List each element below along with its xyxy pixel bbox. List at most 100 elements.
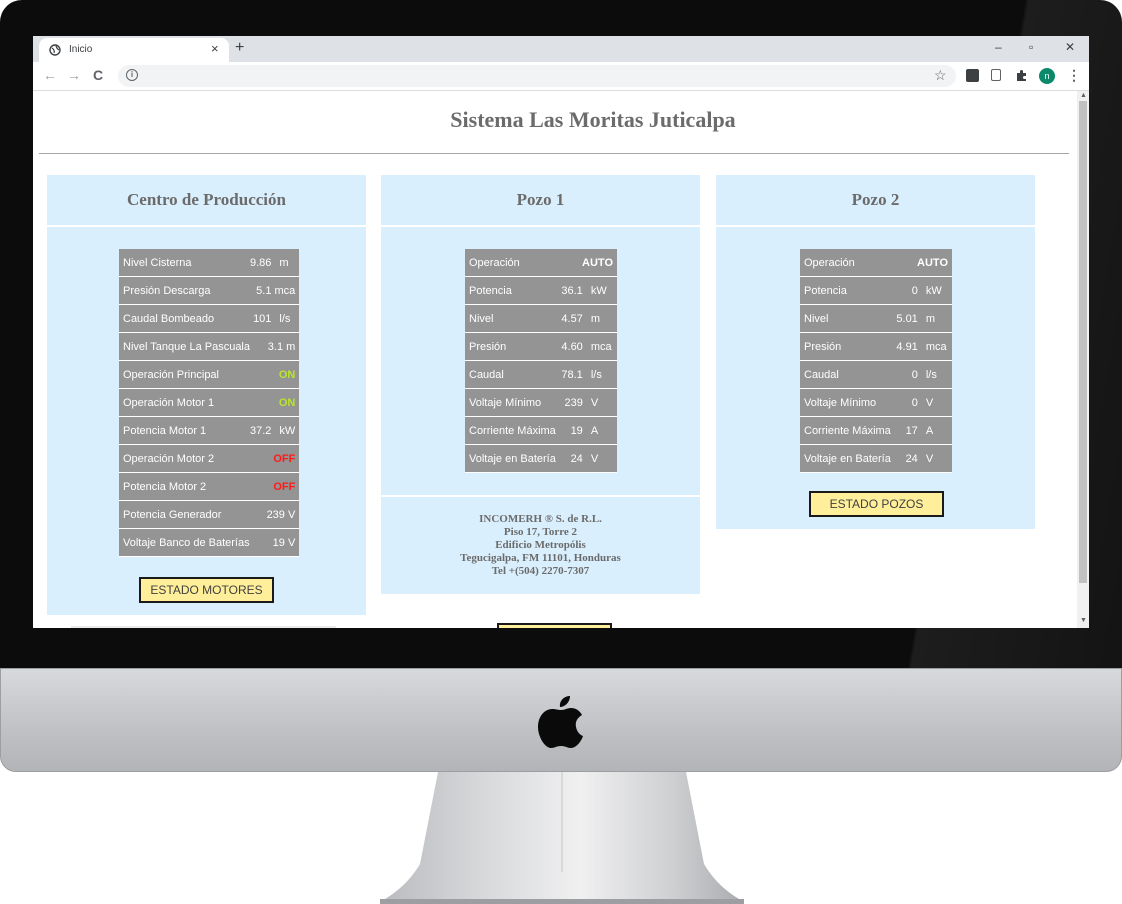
row-label: Corriente Máxima — [465, 416, 561, 445]
row-value: ON — [250, 388, 300, 417]
globe-icon — [49, 44, 61, 56]
row-unit: V — [921, 388, 952, 417]
row-label: Caudal — [800, 360, 896, 389]
document-extension-icon[interactable] — [991, 69, 1001, 81]
data-row: Potencia 36.1 kW — [465, 276, 617, 305]
tab-close-icon[interactable]: × — [211, 41, 219, 56]
browser-menu-icon[interactable]: ⋮ — [1067, 67, 1081, 84]
panel-heading: Pozo 1 — [381, 175, 700, 227]
scroll-down-icon[interactable]: ▼ — [1080, 617, 1087, 624]
row-value: 5.1 mca — [250, 276, 300, 305]
centro-data-table: Nivel Cisterna 9.86 m Presión Descarga 5.1 m… — [119, 249, 300, 557]
row-value: 0 — [895, 360, 922, 389]
tab-inicio[interactable]: Inicio × — [39, 38, 229, 62]
page-scrollbar[interactable]: ▲ ▼ — [1077, 91, 1089, 628]
offscreen-button-edge[interactable] — [497, 623, 612, 628]
address-bar[interactable]: i — [118, 65, 956, 87]
row-label: Nivel Cisterna — [119, 249, 250, 277]
company-info: INCOMERH ® S. de R.L. Piso 17, Torre 2 E… — [381, 495, 700, 594]
row-value: 4.57 — [560, 304, 587, 333]
row-label: Voltaje Banco de Baterías — [119, 528, 250, 557]
data-row: Nivel 5.01 m — [800, 304, 952, 333]
restore-icon[interactable]: ▫ — [1029, 40, 1033, 54]
company-address-line: Tegucigalpa, FM 11101, Honduras — [460, 552, 621, 564]
tab-strip: Inicio × + – ▫ ✕ — [33, 36, 1089, 62]
row-value: AUTO — [560, 249, 617, 277]
data-row: Voltaje en Batería 24 V — [800, 444, 952, 473]
reload-icon[interactable]: C — [93, 67, 103, 83]
data-row: Nivel Tanque La Pascuala 3.1 m — [119, 332, 300, 361]
data-row: Operación Principal ON — [119, 360, 300, 389]
row-label: Nivel — [465, 304, 561, 333]
row-value: 78.1 — [560, 360, 587, 389]
row-value: 4.91 — [895, 332, 922, 361]
panel-pozo-1: Pozo 1 Operación AUTO Potencia 36.1 kW Nivel 4… — [381, 175, 700, 594]
estado-motores-button[interactable]: ESTADO MOTORES — [139, 577, 274, 603]
row-label: Nivel — [800, 304, 896, 333]
row-label: Corriente Máxima — [800, 416, 896, 445]
data-row: Voltaje Mínimo 239 V — [465, 388, 617, 417]
back-icon[interactable]: ← — [43, 67, 57, 83]
page-title: Sistema Las Moritas Juticalpa — [450, 107, 736, 132]
browser-toolbar: ← → C i ☆ n ⋮ — [33, 62, 1089, 91]
data-row: Potencia 0 kW — [800, 276, 952, 305]
panel-heading: Centro de Producción — [47, 175, 366, 227]
pozo1-data-table: Operación AUTO Potencia 36.1 kW Nivel 4.57 m Pre… — [465, 249, 617, 473]
page-viewport: Sistema Las Moritas Juticalpa Centro de … — [33, 91, 1077, 628]
data-row: Presión Descarga 5.1 mca — [119, 276, 300, 305]
row-unit: kW — [275, 416, 300, 445]
row-label: Presión Descarga — [119, 276, 250, 305]
title-divider — [39, 153, 1069, 154]
forward-icon[interactable]: → — [67, 67, 81, 83]
pozo2-data-table: Operación AUTO Potencia 0 kW Nivel 5.01 m Presió… — [800, 249, 952, 473]
profile-avatar[interactable]: n — [1039, 68, 1055, 84]
row-label: Voltaje Mínimo — [800, 388, 896, 417]
data-row: Operación Motor 1 ON — [119, 388, 300, 417]
data-row: Operación AUTO — [465, 249, 617, 277]
panel-pozo-2: Pozo 2 Operación AUTO Potencia 0 kW Nivel 5.01… — [716, 175, 1035, 529]
row-unit: mca — [586, 332, 617, 361]
selenium-extension-icon[interactable] — [966, 69, 979, 82]
row-unit: A — [921, 416, 952, 445]
data-row: Corriente Máxima 17 A — [800, 416, 952, 445]
monitor-stand — [380, 772, 744, 904]
data-row: Presión 4.91 mca — [800, 332, 952, 361]
row-label: Voltaje en Batería — [465, 444, 561, 473]
extensions-puzzle-icon[interactable] — [1015, 69, 1028, 82]
data-row: Presión 4.60 mca — [465, 332, 617, 361]
row-unit: m — [275, 249, 300, 277]
scroll-thumb[interactable] — [1079, 101, 1087, 583]
estado-pozos-button[interactable]: ESTADO POZOS — [809, 491, 944, 517]
data-row: Caudal Bombeado 101 l/s — [119, 304, 300, 333]
row-unit: V — [586, 388, 617, 417]
row-unit: mca — [921, 332, 952, 361]
row-label: Potencia Motor 2 — [119, 472, 250, 501]
data-row: Potencia Motor 1 37.2 kW — [119, 416, 300, 445]
data-row: Operación AUTO — [800, 249, 952, 277]
row-value: 17 — [895, 416, 922, 445]
data-row: Operación Motor 2 OFF — [119, 444, 300, 473]
data-row: Caudal 0 l/s — [800, 360, 952, 389]
row-value: 9.86 — [250, 249, 276, 277]
company-name: INCOMERH ® S. de R.L. — [479, 513, 602, 525]
new-tab-icon[interactable]: + — [235, 39, 244, 57]
row-unit: V — [586, 444, 617, 473]
row-value: 101 — [250, 304, 276, 333]
row-label: Caudal Bombeado — [119, 304, 250, 333]
row-unit: m — [586, 304, 617, 333]
row-value: 19 — [560, 416, 587, 445]
scroll-up-icon[interactable]: ▲ — [1080, 92, 1087, 99]
row-value: 19 V — [250, 528, 300, 557]
row-label: Operación Motor 2 — [119, 444, 250, 473]
site-info-icon[interactable]: i — [126, 69, 138, 81]
window-close-icon[interactable]: ✕ — [1065, 40, 1075, 54]
row-label: Caudal — [465, 360, 561, 389]
row-value: 24 — [895, 444, 922, 473]
row-value: AUTO — [895, 249, 952, 277]
row-label: Operación — [465, 249, 561, 277]
bookmark-star-icon[interactable]: ☆ — [934, 67, 947, 84]
data-row: Potencia Generador 239 V — [119, 500, 300, 529]
row-value: 36.1 — [560, 276, 587, 305]
minimize-icon[interactable]: – — [995, 40, 1002, 54]
row-value: 37.2 — [250, 416, 276, 445]
